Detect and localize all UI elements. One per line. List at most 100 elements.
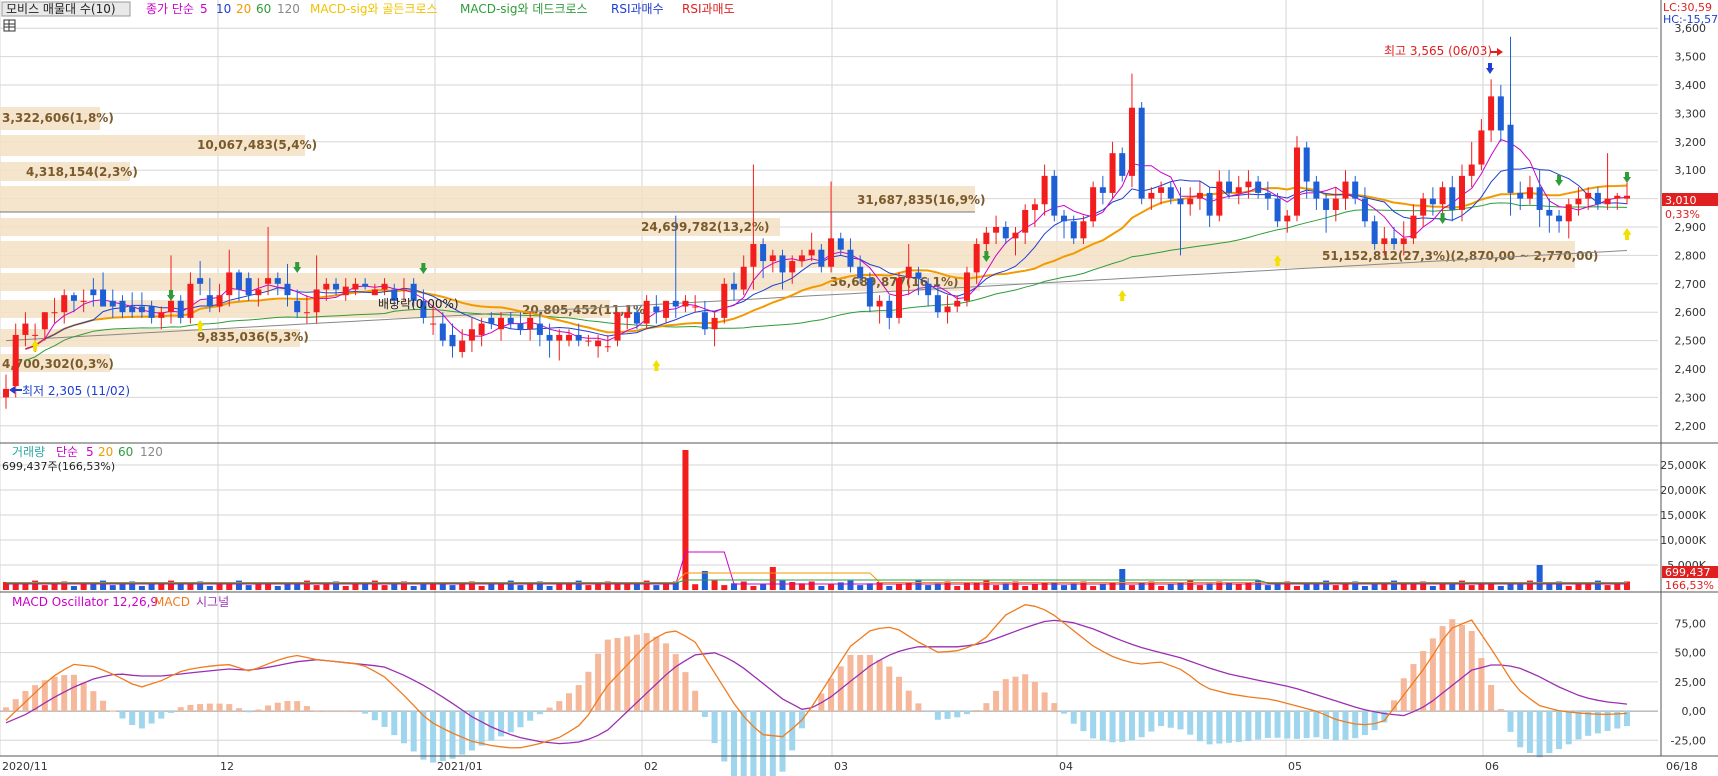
candle-body (168, 300, 175, 313)
macd-oscillator-bar (895, 676, 903, 712)
candle-body (1158, 187, 1165, 193)
volume-bar (420, 584, 427, 590)
price-tick-label: 2,500 (1675, 335, 1707, 348)
candle-body (973, 244, 980, 273)
macd-oscillator-bar (352, 711, 359, 713)
candle-body (798, 255, 805, 262)
macd-oscillator-bar (915, 703, 922, 712)
candle-body (993, 227, 1000, 233)
candle-body (721, 283, 728, 318)
candle-body (1235, 187, 1242, 193)
candle-body (818, 249, 825, 267)
macd-oscillator-bar (701, 711, 708, 717)
candle-body (245, 278, 252, 296)
stock-chart[interactable]: 3,322,606(1,8%) 10,067,483(5,4%) 4,318,154… (0, 0, 1718, 776)
volume-bar (925, 585, 932, 590)
candle-body (313, 289, 320, 313)
price-tick-label: 2,300 (1675, 391, 1707, 404)
macd-oscillator-bar (546, 707, 553, 712)
candle-body (1594, 192, 1601, 205)
candle-body (1604, 198, 1611, 205)
candle-body (430, 323, 437, 325)
candle-body (624, 312, 631, 318)
macd-oscillator-bar (857, 654, 864, 712)
last-volume: 699,437 (1665, 566, 1711, 579)
candle-body (1391, 238, 1398, 245)
macd-oscillator-bar (1226, 711, 1233, 743)
candle-body (235, 272, 242, 290)
macd-oscillator-bar (1361, 711, 1368, 736)
macd-oscillator-bar (993, 690, 1000, 712)
macd-oscillator-bar (1420, 650, 1427, 712)
macd-oscillator-bar (177, 707, 184, 712)
candle-body (1167, 187, 1174, 199)
volume-bar (963, 582, 970, 590)
candle-body (1371, 221, 1378, 245)
ma-label: 종가 단순 (146, 2, 194, 16)
volume-profile-label: 9,835,036(5,3%) (197, 330, 309, 344)
volume-bar (1022, 586, 1029, 590)
macd-oscillator-bar (265, 705, 272, 712)
volume-bar (721, 585, 728, 590)
golden-cross-label: MACD-sig와 골든크로스 (310, 2, 438, 16)
macd-oscillator-bar (498, 711, 505, 737)
macd-oscillator-bar (1264, 711, 1271, 738)
candle-body (1478, 130, 1485, 165)
macd-oscillator-bar (138, 711, 145, 729)
candle-body (527, 317, 534, 330)
volume-ma60: 60 (118, 445, 133, 459)
macd-oscillator-bar (1478, 657, 1485, 712)
candle-body (614, 312, 621, 341)
volume-bar (478, 586, 485, 590)
volume-bar (1293, 586, 1300, 590)
volume-bar (760, 584, 767, 590)
volume-profile-band (0, 186, 975, 212)
macd-oscillator-bar (1206, 711, 1213, 745)
volume-bar (895, 584, 903, 590)
volume-bar (818, 586, 825, 590)
candle-body (1128, 107, 1135, 176)
candle-body (1138, 107, 1145, 199)
candle-body (1293, 147, 1300, 216)
candle-body (333, 283, 340, 290)
candle-body (565, 334, 572, 341)
candle-body (760, 244, 767, 262)
macd-oscillator-bar (1303, 711, 1310, 739)
macd-oscillator-bar (333, 711, 340, 713)
volume-profile-label: 3,322,606(1,8%) (2, 111, 114, 125)
macd-oscillator-bar (245, 711, 252, 713)
candle-body (2, 388, 10, 398)
macd-tick-label: 50,00 (1675, 647, 1707, 660)
ma120-label: 120 (277, 2, 300, 16)
macd-oscillator-bar (556, 701, 563, 712)
macd-oscillator-bar (1109, 711, 1116, 743)
volume-profile-label: 24,699,782(13,2%) (641, 220, 770, 234)
macd-oscillator-bar (410, 711, 417, 752)
volume-bar (769, 567, 776, 590)
macd-oscillator-bar (1187, 711, 1194, 735)
candle-body (1381, 238, 1388, 245)
last-change: 0,33% (1665, 208, 1700, 221)
candle-body (1264, 192, 1271, 199)
macd-oscillator-bar (1099, 711, 1106, 741)
candle-body (478, 323, 485, 335)
candle-body (643, 300, 650, 324)
candle-body (32, 334, 39, 336)
indicator-title[interactable]: 모비스 매물대 수(10) (6, 2, 116, 16)
macd-oscillator-bar (886, 666, 893, 712)
macd-oscillator-bar (934, 711, 941, 720)
volume-bar (993, 585, 1000, 590)
candle-body (1303, 147, 1310, 182)
volume-bar (449, 585, 456, 590)
price-tick-label: 3,300 (1675, 107, 1707, 120)
macd-oscillator-bar (51, 676, 58, 712)
volume-bar (1332, 585, 1339, 590)
volume-bar (1196, 585, 1203, 590)
volume-ma-label: 단순 (56, 445, 78, 459)
ma5-label: 5 (200, 2, 208, 16)
candle-body (1507, 124, 1514, 193)
macd-oscillator-bar (1536, 711, 1543, 758)
volume-bar (284, 584, 291, 590)
candle-body (100, 289, 107, 307)
macd-oscillator-bar (730, 711, 738, 776)
